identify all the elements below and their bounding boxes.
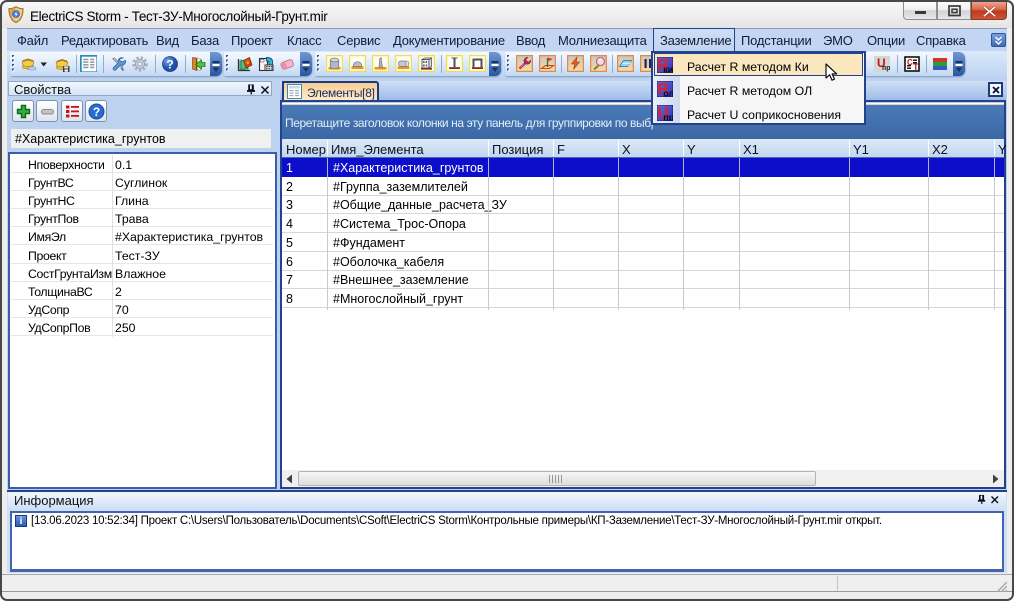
svg-text:?: ? — [93, 105, 100, 119]
svg-text:ки: ки — [663, 65, 673, 74]
svg-text:ол: ол — [663, 89, 673, 98]
svg-text:?: ? — [166, 58, 173, 72]
svg-text:T: T — [913, 62, 919, 72]
svg-text:пр: пр — [663, 113, 673, 122]
svg-text:пр: пр — [882, 65, 890, 72]
